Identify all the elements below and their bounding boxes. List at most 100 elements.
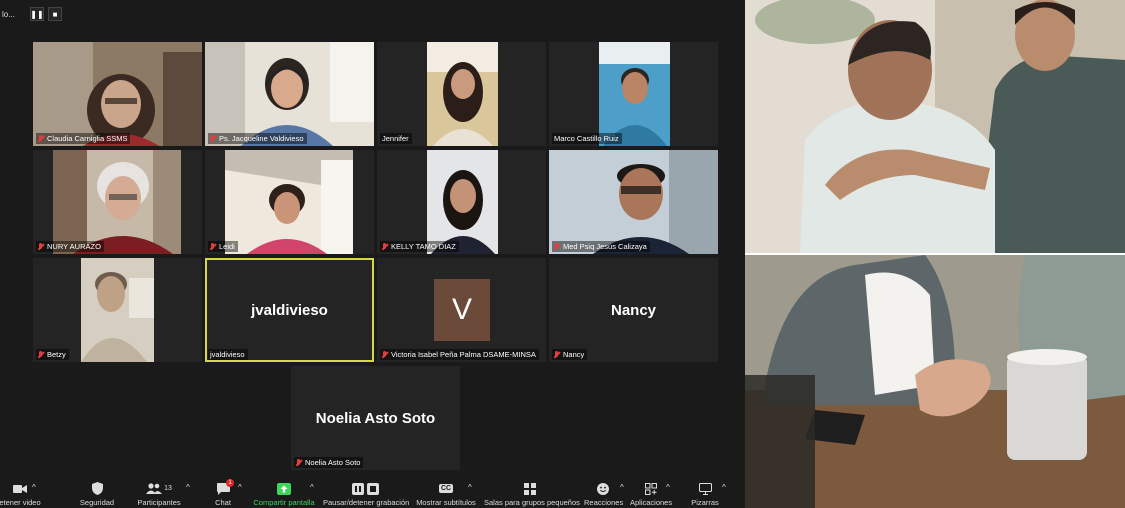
person-glasses bbox=[109, 194, 137, 200]
video-ceiling bbox=[599, 42, 670, 64]
participant-name: Victoria Isabel Peña Palma DSAME-MINSA bbox=[391, 350, 536, 359]
people-icon bbox=[146, 483, 163, 494]
participant-name: Claudia Carniglia SSMS bbox=[47, 134, 128, 143]
mic-muted-icon bbox=[210, 134, 216, 143]
chevron-up-icon[interactable]: ^ bbox=[238, 483, 242, 492]
chevron-up-icon[interactable]: ^ bbox=[32, 483, 36, 492]
chevron-up-icon[interactable]: ^ bbox=[620, 483, 624, 492]
mic-muted-icon bbox=[382, 350, 388, 359]
participant-name: Betzy bbox=[47, 350, 66, 359]
video-window bbox=[129, 278, 154, 318]
share-screen-button[interactable]: Compartir pantalla ^ bbox=[252, 481, 316, 507]
pause-stop-icon bbox=[351, 482, 379, 495]
whiteboards-label: Pizarras bbox=[691, 498, 719, 507]
participant-video bbox=[225, 150, 353, 254]
whiteboard-icon bbox=[698, 482, 712, 495]
photo-cup bbox=[1007, 355, 1087, 460]
participant-tile[interactable]: NURY AURAZO bbox=[33, 150, 202, 254]
breakout-rooms-button[interactable]: Salas para grupos pequeños bbox=[484, 481, 580, 507]
mic-muted-icon bbox=[210, 242, 216, 251]
participant-name: Marco Castillo Ruiz bbox=[554, 134, 619, 143]
video-wall bbox=[33, 42, 93, 146]
chevron-up-icon[interactable]: ^ bbox=[310, 483, 314, 492]
participant-video bbox=[205, 42, 374, 146]
participant-name: Leidi bbox=[219, 242, 235, 251]
participant-tile[interactable]: Betzy bbox=[33, 258, 202, 362]
pause-stop-recording-button[interactable]: Pausar/detener grabación bbox=[323, 481, 410, 507]
recording-status-text: lo... bbox=[2, 9, 15, 19]
meeting-toolbar: etener video ^ Seguridad 13 Participante… bbox=[0, 474, 745, 508]
participant-tile-active-speaker[interactable]: jvaldivieso jvaldivieso bbox=[205, 258, 374, 362]
video-camera-icon bbox=[13, 484, 27, 493]
participant-name: jvaldivieso bbox=[210, 350, 245, 359]
chevron-up-icon[interactable]: ^ bbox=[186, 483, 190, 492]
chat-button[interactable]: 1 Chat ^ bbox=[208, 479, 242, 507]
apps-label: Aplicaciones bbox=[630, 498, 673, 507]
participant-tile[interactable]: Ps. Jacqueline Valdivieso bbox=[205, 42, 374, 146]
whiteboards-button[interactable]: Pizarras ^ bbox=[688, 481, 726, 507]
video-window bbox=[330, 42, 374, 122]
show-captions-button[interactable]: CC Mostrar subtítulos ^ bbox=[416, 481, 476, 507]
mic-muted-icon bbox=[554, 350, 560, 359]
participant-avatar: V bbox=[434, 279, 490, 341]
apps-icon bbox=[645, 482, 657, 495]
participant-tile[interactable]: Nancy Nancy bbox=[549, 258, 718, 362]
participant-name-label: Noelia Asto Soto bbox=[294, 457, 364, 468]
share-screen-icon bbox=[277, 482, 291, 495]
stop-video-label: etener video bbox=[0, 498, 41, 507]
participant-tile[interactable]: Jennifer bbox=[377, 42, 546, 146]
reactions-button[interactable]: Reacciones ^ bbox=[584, 481, 624, 507]
participant-tile[interactable]: Claudia Carniglia SSMS bbox=[33, 42, 202, 146]
person-face bbox=[450, 179, 476, 213]
participant-tile[interactable]: V Victoria Isabel Peña Palma DSAME-MINSA bbox=[377, 258, 546, 362]
participant-video bbox=[427, 42, 498, 146]
chevron-up-icon[interactable]: ^ bbox=[666, 483, 670, 492]
person-face bbox=[451, 69, 475, 99]
participant-name-label: KELLY TAMO DIAZ bbox=[380, 241, 459, 252]
show-captions-label: Mostrar subtítulos bbox=[416, 498, 476, 507]
participant-tile[interactable]: Med Psiq Jesús Calizaya bbox=[549, 150, 718, 254]
participant-name-label: Betzy bbox=[36, 349, 69, 360]
mic-muted-icon bbox=[382, 242, 388, 251]
photo-foreground-blur bbox=[745, 375, 815, 508]
mic-muted-icon bbox=[38, 350, 44, 359]
participant-tile[interactable]: Noelia Asto Soto Noelia Asto Soto bbox=[291, 366, 460, 470]
pause-stop-recording-label: Pausar/detener grabación bbox=[323, 498, 410, 507]
chevron-up-icon[interactable]: ^ bbox=[468, 483, 472, 492]
person-face bbox=[274, 192, 300, 224]
participant-video bbox=[599, 42, 670, 146]
participant-name-label: Ps. Jacqueline Valdivieso bbox=[208, 133, 307, 144]
stop-video-button[interactable]: etener video ^ bbox=[0, 481, 42, 507]
video-frame bbox=[205, 42, 245, 146]
apps-button[interactable]: Aplicaciones ^ bbox=[630, 481, 672, 507]
participant-tile[interactable]: KELLY TAMO DIAZ bbox=[377, 150, 546, 254]
chat-label: Chat bbox=[215, 498, 231, 507]
breakout-rooms-icon bbox=[524, 482, 536, 495]
zoom-meeting-window: lo... ❚❚ ■ Claudia Carniglia SSMS Ps. Ja… bbox=[0, 0, 745, 508]
participant-video bbox=[427, 150, 498, 254]
participant-name-label: Marco Castillo Ruiz bbox=[552, 133, 622, 144]
mic-muted-icon bbox=[554, 242, 560, 251]
reactions-label: Reacciones bbox=[584, 498, 624, 507]
participant-name-label: Jennifer bbox=[380, 133, 412, 144]
participant-tile[interactable]: Leidi bbox=[205, 150, 374, 254]
security-label: Seguridad bbox=[79, 498, 115, 507]
video-bookshelf bbox=[53, 150, 87, 254]
participant-display-name: Noelia Asto Soto bbox=[315, 409, 436, 427]
participants-button[interactable]: 13 Participantes ^ bbox=[134, 481, 189, 507]
participant-tile[interactable]: Marco Castillo Ruiz bbox=[549, 42, 718, 146]
chevron-up-icon[interactable]: ^ bbox=[722, 483, 726, 492]
mic-muted-icon bbox=[38, 242, 44, 251]
person-glasses bbox=[105, 98, 137, 104]
participant-name: KELLY TAMO DIAZ bbox=[391, 242, 456, 251]
recording-indicator: lo... ❚❚ ■ bbox=[0, 6, 62, 22]
participant-name: Jennifer bbox=[382, 134, 409, 143]
video-window bbox=[321, 160, 353, 254]
security-button[interactable]: Seguridad bbox=[74, 481, 120, 507]
participant-video bbox=[33, 42, 202, 146]
pause-icon[interactable]: ❚❚ bbox=[30, 7, 44, 21]
video-door bbox=[153, 150, 181, 254]
avatar-initial: V bbox=[451, 293, 472, 326]
stop-icon[interactable]: ■ bbox=[48, 7, 62, 21]
participant-video bbox=[81, 258, 154, 362]
